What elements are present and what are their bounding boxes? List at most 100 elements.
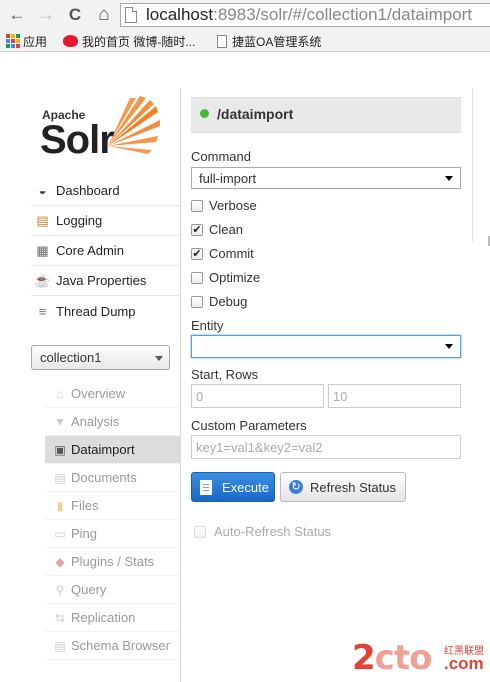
analysis-icon: ▼	[54, 414, 66, 429]
command-select[interactable]: full-import	[191, 167, 461, 189]
schema-browser-icon: ▤	[54, 638, 66, 653]
core-menu-ping[interactable]: ▭ Ping	[45, 520, 180, 548]
dashboard-icon: ◒	[38, 183, 47, 198]
browser-toolbar: ← → C ⌂ localhost:8983/solr/#/collection…	[0, 0, 490, 30]
dataimport-header[interactable]: /dataimport	[191, 97, 461, 133]
dataimport-icon: ▣	[54, 442, 66, 457]
auto-refresh-option[interactable]: Auto-Refresh Status	[194, 524, 331, 539]
core-menu-label: Schema Browser	[71, 638, 170, 653]
watermark-logo-text: 2cto	[352, 638, 433, 678]
nav-item-logging[interactable]: ▤ Logging	[31, 206, 180, 236]
verbose-checkbox[interactable]	[191, 199, 203, 212]
checkbox-label: Debug	[209, 294, 248, 309]
rows-placeholder: 10	[333, 389, 348, 404]
optimize-checkbox[interactable]	[191, 271, 203, 284]
page-icon	[125, 7, 137, 23]
plugins-icon: ◆	[55, 554, 65, 569]
start-placeholder: 0	[196, 389, 204, 404]
core-menu: ⌂ Overview ▼ Analysis ▣ Dataimport ▤ Documen…	[45, 380, 180, 660]
start-input[interactable]: 0	[191, 384, 324, 408]
document-icon	[200, 479, 212, 495]
watermark-digit: 2	[352, 638, 376, 678]
site-watermark: 2cto 红黑联盟 .com	[352, 636, 490, 678]
nav-item-label: Java Properties	[56, 273, 147, 288]
bookmark-weibo[interactable]: 我的首页 微博-随时...	[63, 33, 195, 50]
solr-sun-icon	[108, 96, 160, 154]
refresh-status-button[interactable]: ↻ Refresh Status	[280, 472, 406, 502]
core-menu-label: Plugins / Stats	[71, 554, 155, 569]
core-menu-label: Files	[71, 498, 99, 513]
commit-checkbox[interactable]: ✔	[191, 247, 203, 260]
watermark-letters: cto	[374, 638, 433, 678]
command-value: full-import	[199, 171, 257, 186]
start-rows-label: Start, Rows	[191, 367, 259, 382]
core-menu-label: Dataimport	[71, 442, 135, 457]
watermark-com: .com	[444, 654, 484, 673]
clean-checkbox[interactable]: ✔	[191, 223, 203, 236]
thread-dump-icon: ≡	[38, 303, 47, 319]
nav-item-label: Thread Dump	[56, 303, 136, 319]
core-selector[interactable]: collection1	[31, 345, 170, 370]
url-host: localhost	[146, 5, 214, 24]
nav-item-label: Dashboard	[56, 183, 120, 198]
status-panel-edge	[472, 88, 473, 242]
core-menu-label: Documents	[71, 470, 137, 485]
core-menu-dataimport[interactable]: ▣ Dataimport	[45, 436, 180, 464]
execute-button[interactable]: Execute	[191, 472, 275, 502]
core-menu-replication[interactable]: ⇆ Replication	[45, 604, 180, 632]
bookmark-apps[interactable]: 应用	[6, 33, 47, 50]
core-menu-schema-browser[interactable]: ▤ Schema Browser	[45, 632, 180, 660]
commit-option[interactable]: ✔ Commit	[191, 246, 254, 261]
logging-icon: ▤	[36, 212, 49, 228]
solr-logo[interactable]: Apache Solr	[40, 96, 170, 162]
core-menu-overview[interactable]: ⌂ Overview	[45, 380, 180, 408]
core-menu-label: Replication	[71, 610, 136, 625]
custom-parameters-placeholder: key1=val1&key2=val2	[196, 440, 323, 455]
status-indicator-icon	[200, 109, 209, 118]
url-text: localhost:8983/solr/#/collection1/dataim…	[146, 5, 472, 25]
bookmark-label: 捷蓝OA管理系统	[232, 35, 322, 49]
weibo-icon	[63, 35, 78, 47]
back-arrow-icon[interactable]: ←	[6, 4, 28, 26]
core-menu-analysis[interactable]: ▼ Analysis	[45, 408, 180, 436]
nav-item-core-admin[interactable]: ▦ Core Admin	[31, 236, 180, 266]
sidebar-divider	[180, 88, 181, 682]
ping-icon: ▭	[54, 526, 66, 541]
refresh-icon: ↻	[289, 480, 303, 494]
documents-icon: ▤	[54, 470, 66, 485]
forward-arrow-icon[interactable]: →	[35, 4, 57, 26]
query-icon: ⚲	[55, 582, 65, 597]
core-menu-plugins-stats[interactable]: ◆ Plugins / Stats	[45, 548, 180, 576]
reload-icon[interactable]: C	[64, 4, 86, 26]
entity-select[interactable]	[191, 335, 461, 358]
custom-parameters-label: Custom Parameters	[191, 418, 307, 433]
core-menu-label: Analysis	[71, 414, 120, 429]
auto-refresh-label: Auto-Refresh Status	[214, 524, 332, 539]
nav-item-java-properties[interactable]: ☕ Java Properties	[31, 266, 180, 296]
core-menu-label: Overview	[71, 386, 126, 401]
core-menu-documents[interactable]: ▤ Documents	[45, 464, 180, 492]
refresh-label: Refresh Status	[310, 479, 396, 495]
address-bar[interactable]: localhost:8983/solr/#/collection1/dataim…	[120, 3, 490, 27]
auto-refresh-checkbox[interactable]	[194, 525, 206, 538]
nav-item-thread-dump[interactable]: ≡ Thread Dump	[31, 296, 180, 326]
clean-option[interactable]: ✔ Clean	[191, 222, 243, 237]
dataimport-panel: /dataimport Command full-import Verbose …	[191, 88, 461, 539]
chevron-down-icon	[155, 356, 163, 361]
debug-option[interactable]: Debug	[191, 294, 247, 309]
core-admin-icon: ▦	[36, 242, 49, 258]
verbose-option[interactable]: Verbose	[191, 198, 257, 213]
entity-label: Entity	[191, 318, 224, 333]
nav-item-label: Logging	[56, 213, 103, 228]
home-icon[interactable]: ⌂	[93, 4, 115, 26]
bookmark-label: 我的首页 微博-随时...	[82, 35, 196, 49]
bookmark-oa[interactable]: 捷蓝OA管理系统	[217, 33, 321, 50]
core-menu-query[interactable]: ⚲ Query	[45, 576, 180, 604]
custom-parameters-input[interactable]: key1=val1&key2=val2	[191, 435, 461, 459]
bookmarks-bar: 应用 我的首页 微博-随时... 捷蓝OA管理系统	[0, 30, 490, 52]
core-menu-files[interactable]: ▮ Files	[45, 492, 180, 520]
debug-checkbox[interactable]	[191, 295, 203, 308]
rows-input[interactable]: 10	[328, 384, 461, 408]
nav-item-dashboard[interactable]: ◒ Dashboard	[31, 176, 180, 206]
optimize-option[interactable]: Optimize	[191, 270, 260, 285]
